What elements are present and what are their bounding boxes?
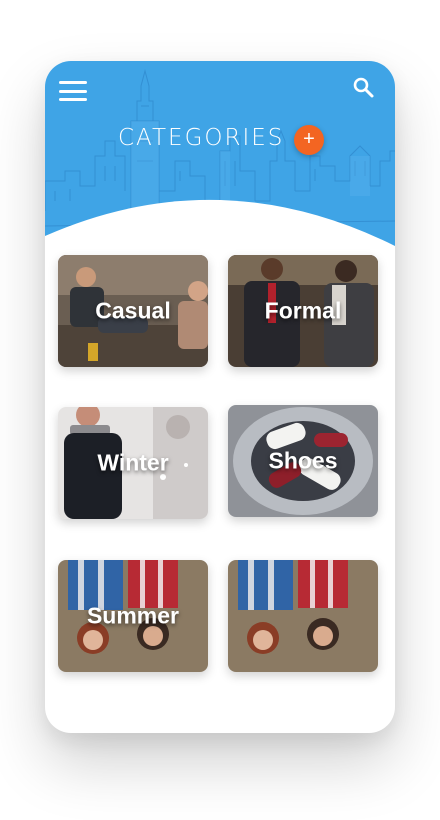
search-icon[interactable] <box>351 75 375 99</box>
category-card-summer[interactable]: Summer <box>58 560 208 672</box>
phone-frame: CATEGORIES + Casual Formal Winter Shoes … <box>45 61 395 733</box>
category-card-shoes[interactable]: Shoes <box>228 405 378 517</box>
category-label: Shoes <box>268 447 338 474</box>
app-header: CATEGORIES + <box>45 61 395 246</box>
category-label: Formal <box>264 297 342 324</box>
summer-photo <box>228 560 378 672</box>
category-label: Casual <box>95 297 171 324</box>
category-card-casual[interactable]: Casual <box>58 255 208 367</box>
hamburger-menu-icon[interactable] <box>59 81 87 101</box>
category-label: Summer <box>86 602 180 629</box>
category-card-winter[interactable]: Winter <box>58 407 208 519</box>
category-card-6[interactable] <box>228 560 378 672</box>
page-title: CATEGORIES <box>118 125 285 151</box>
header-wave-divider <box>45 199 395 246</box>
add-category-button[interactable]: + <box>294 125 324 155</box>
category-card-formal[interactable]: Formal <box>228 255 378 367</box>
category-label: Winter <box>97 449 169 476</box>
